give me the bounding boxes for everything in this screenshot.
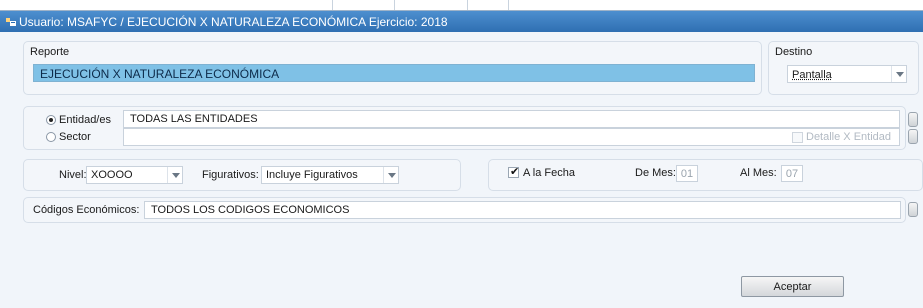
entidad-lookup-button[interactable] xyxy=(908,112,918,127)
window-title: Usuario: MSAFYC / EJECUCIÓN X NATURALEZA… xyxy=(19,15,448,29)
codigos-panel: Códigos Económicos: TODOS LOS CODIGOS EC… xyxy=(23,197,906,223)
de-mes-label: De Mes: xyxy=(635,167,676,179)
window-titlebar[interactable]: Usuario: MSAFYC / EJECUCIÓN X NATURALEZA… xyxy=(0,11,923,32)
aceptar-button[interactable]: Aceptar xyxy=(741,276,844,297)
entidad-radio[interactable] xyxy=(46,115,56,125)
report-window: Usuario: MSAFYC / EJECUCIÓN X NATURALEZA… xyxy=(0,10,923,308)
sector-label: Sector xyxy=(59,131,91,143)
figurativos-select[interactable]: Incluye Figurativos xyxy=(261,166,399,184)
entidad-label: Entidad/es xyxy=(59,114,111,126)
detalle-x-entidad-checkbox[interactable] xyxy=(792,132,803,143)
codigos-lookup-button[interactable] xyxy=(908,202,918,217)
nivel-label: Nivel: xyxy=(59,169,87,181)
sector-lookup-button[interactable] xyxy=(908,129,918,144)
a-la-fecha-label: A la Fecha xyxy=(523,167,575,179)
reporte-field[interactable]: EJECUCIÓN X NATURALEZA ECONÓMICA xyxy=(33,64,755,82)
al-mes-label: Al Mes: xyxy=(740,167,777,179)
figurativos-label: Figurativos: xyxy=(202,169,259,181)
reporte-label: Reporte xyxy=(30,46,70,58)
entidad-sector-panel: Entidad/es TODAS LAS ENTIDADES Sector De… xyxy=(23,106,906,150)
reporte-panel: Reporte EJECUCIÓN X NATURALEZA ECONÓMICA xyxy=(23,41,762,95)
a-la-fecha-checkbox[interactable]: ✔ xyxy=(508,166,520,178)
sector-field[interactable] xyxy=(123,128,900,146)
codigos-field[interactable]: TODOS LOS CODIGOS ECONOMICOS xyxy=(144,201,901,219)
strip-divider xyxy=(394,0,395,10)
destino-panel: Destino Pantalla xyxy=(768,41,919,95)
app-icon xyxy=(6,18,16,26)
chevron-down-icon[interactable] xyxy=(891,66,906,82)
top-strip xyxy=(0,0,923,10)
strip-divider xyxy=(467,0,468,10)
fecha-panel: ✔ A la Fecha De Mes: 01 Al Mes: 07 xyxy=(488,159,923,191)
strip-divider xyxy=(508,0,509,10)
figurativos-value: Incluye Figurativos xyxy=(266,169,358,181)
chevron-down-icon[interactable] xyxy=(383,167,398,183)
destino-select[interactable]: Pantalla xyxy=(787,65,907,83)
nivel-panel: Nivel: XOOOO Figurativos: Incluye Figura… xyxy=(23,159,461,191)
strip-divider xyxy=(332,0,333,10)
nivel-select[interactable]: XOOOO xyxy=(86,166,183,184)
destino-label: Destino xyxy=(775,46,813,58)
destino-value: Pantalla xyxy=(792,69,832,81)
sector-radio[interactable] xyxy=(46,132,56,142)
checkmark-icon: ✔ xyxy=(510,166,520,178)
codigos-label: Códigos Económicos: xyxy=(33,204,140,216)
nivel-value: XOOOO xyxy=(91,169,133,181)
de-mes-field[interactable]: 01 xyxy=(676,165,698,182)
al-mes-field[interactable]: 07 xyxy=(781,165,803,182)
detalle-x-entidad-label: Detalle X Entidad xyxy=(806,131,891,143)
chevron-down-icon[interactable] xyxy=(167,167,182,183)
entidad-field[interactable]: TODAS LAS ENTIDADES xyxy=(123,110,900,128)
